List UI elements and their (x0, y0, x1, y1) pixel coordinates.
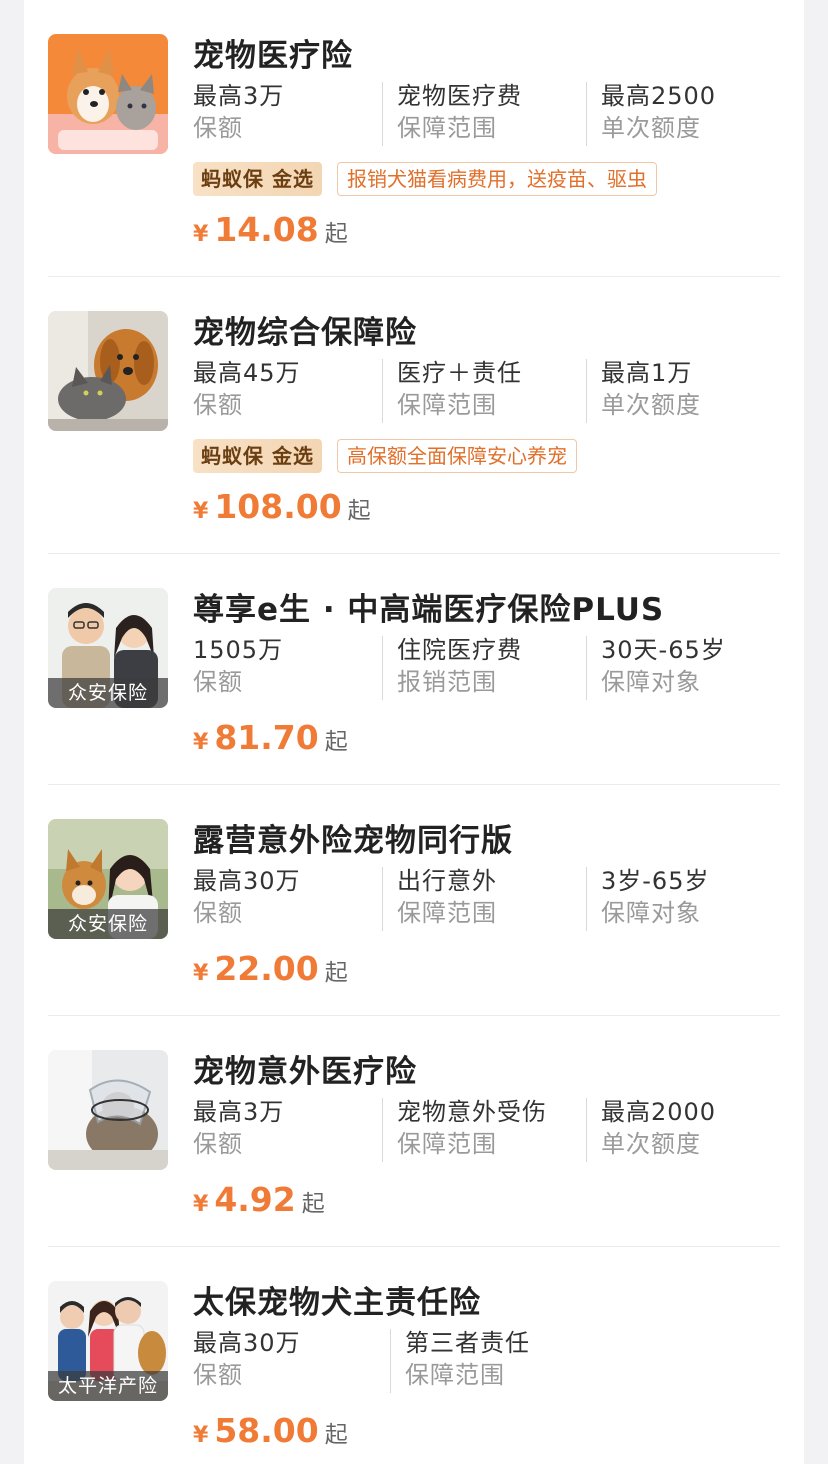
stat-target: 3岁-65岁 保障对象 (601, 867, 710, 927)
product-price: ¥4.92 起 (193, 1180, 325, 1219)
stat-scope: 宠物意外受伤 保障范围 (397, 1098, 547, 1158)
stat-scope: 宠物医疗费 保障范围 (397, 82, 522, 142)
divider (48, 276, 780, 277)
price-suffix: 起 (324, 1422, 348, 1448)
product-stats: 最高3万 保额 宠物医疗费 保障范围 最高2500 单次额度 (193, 80, 783, 146)
currency-symbol: ¥ (193, 499, 209, 524)
product-stats: 最高45万 保额 医疗＋责任 保障范围 最高1万 单次额度 (193, 357, 783, 423)
stat-divider (382, 82, 383, 146)
product-stats: 最高30万 保额 第三者责任 保障范围 (193, 1327, 783, 1393)
stat-divider (382, 1098, 383, 1162)
stat-limit: 最高2500 单次额度 (601, 82, 717, 142)
price-value: 81.70 (214, 718, 319, 757)
product-card[interactable]: 宠物综合保障险 最高45万 保额 医疗＋责任 保障范围 最高1万 单次额度 蚂蚁… (48, 311, 780, 527)
product-list: 宠物医疗险 最高3万 保额 宠物医疗费 保障范围 最高2500 单次额度 蚂蚁保… (24, 0, 804, 1464)
stat-coverage: 最高45万 保额 (193, 359, 301, 419)
stat-divider (382, 359, 383, 423)
stat-scope: 住院医疗费 报销范围 (397, 636, 522, 696)
divider (48, 1246, 780, 1247)
stat-scope: 出行意外 保障范围 (397, 867, 497, 927)
product-card[interactable]: 众安保险 尊享e生 · 中高端医疗保险PLUS 1505万 保额 住院医疗费 报… (48, 588, 780, 758)
price-value: 14.08 (214, 210, 319, 249)
desc-tag: 高保额全面保障安心养宠 (337, 439, 577, 473)
cat-cone-vet-image[interactable] (48, 1050, 168, 1170)
product-title: 太保宠物犬主责任险 (193, 1285, 481, 1321)
insurer-badge: 众安保险 (48, 678, 168, 708)
currency-symbol: ¥ (193, 1423, 209, 1448)
stat-coverage: 最高30万 保额 (193, 867, 301, 927)
couple-image[interactable]: 众安保险 (48, 588, 168, 708)
stat-target: 30天-65岁 保障对象 (601, 636, 726, 696)
golden-retriever-cat-image[interactable] (48, 311, 168, 431)
brand-tag: 蚂蚁保 金选 (193, 439, 322, 473)
currency-symbol: ¥ (193, 222, 209, 247)
product-price: ¥81.70 起 (193, 718, 348, 757)
price-suffix: 起 (301, 1191, 325, 1217)
price-value: 22.00 (214, 949, 319, 988)
stat-divider (586, 82, 587, 146)
product-price: ¥22.00 起 (193, 949, 348, 988)
price-suffix: 起 (324, 221, 348, 247)
insurer-badge: 众安保险 (48, 909, 168, 939)
stat-coverage: 最高30万 保额 (193, 1329, 301, 1389)
product-stats: 最高3万 保额 宠物意外受伤 保障范围 最高2000 单次额度 (193, 1096, 783, 1162)
brand-tag: 蚂蚁保 金选 (193, 162, 322, 196)
divider (48, 1015, 780, 1016)
price-value: 4.92 (214, 1180, 296, 1219)
price-suffix: 起 (347, 498, 371, 524)
stat-scope: 医疗＋责任 保障范围 (397, 359, 522, 419)
divider (48, 553, 780, 554)
pet-dog-cat-image[interactable] (48, 34, 168, 154)
stat-limit: 最高2000 单次额度 (601, 1098, 717, 1158)
stat-scope: 第三者责任 保障范围 (405, 1329, 530, 1389)
stat-divider (586, 636, 587, 700)
product-card[interactable]: 宠物医疗险 最高3万 保额 宠物医疗费 保障范围 最高2500 单次额度 蚂蚁保… (48, 34, 780, 250)
woman-shiba-image[interactable]: 众安保险 (48, 819, 168, 939)
product-title: 宠物综合保障险 (193, 315, 417, 351)
stat-coverage: 1505万 保额 (193, 636, 284, 696)
desc-tag: 报销犬猫看病费用，送疫苗、驱虫 (337, 162, 657, 196)
product-price: ¥14.08 起 (193, 210, 348, 249)
product-title: 露营意外险宠物同行版 (193, 823, 513, 859)
product-title: 宠物医疗险 (193, 38, 353, 74)
product-stats: 1505万 保额 住院医疗费 报销范围 30天-65岁 保障对象 (193, 634, 783, 700)
family-dog-image[interactable]: 太平洋产险 (48, 1281, 168, 1401)
product-card[interactable]: 众安保险 露营意外险宠物同行版 最高30万 保额 出行意外 保障范围 3岁-65… (48, 819, 780, 989)
stat-coverage: 最高3万 保额 (193, 82, 285, 142)
price-value: 58.00 (214, 1411, 319, 1450)
insurer-badge: 太平洋产险 (48, 1371, 168, 1401)
product-title: 尊享e生 · 中高端医疗保险PLUS (193, 592, 665, 628)
stat-divider (586, 1098, 587, 1162)
product-price: ¥58.00 起 (193, 1411, 348, 1450)
product-card[interactable]: 宠物意外医疗险 最高3万 保额 宠物意外受伤 保障范围 最高2000 单次额度 … (48, 1050, 780, 1220)
product-stats: 最高30万 保额 出行意外 保障范围 3岁-65岁 保障对象 (193, 865, 783, 931)
currency-symbol: ¥ (193, 961, 209, 986)
stat-divider (382, 636, 383, 700)
stat-divider (586, 867, 587, 931)
product-price: ¥108.00 起 (193, 487, 371, 526)
stat-divider (390, 1329, 391, 1393)
price-suffix: 起 (324, 960, 348, 986)
stat-divider (382, 867, 383, 931)
currency-symbol: ¥ (193, 1192, 209, 1217)
divider (48, 784, 780, 785)
stat-divider (586, 359, 587, 423)
stat-limit: 最高1万 单次额度 (601, 359, 701, 419)
product-card[interactable]: 太平洋产险 太保宠物犬主责任险 最高30万 保额 第三者责任 保障范围 ¥58.… (48, 1281, 780, 1451)
price-suffix: 起 (324, 729, 348, 755)
product-title: 宠物意外医疗险 (193, 1054, 417, 1090)
stat-coverage: 最高3万 保额 (193, 1098, 285, 1158)
price-value: 108.00 (214, 487, 342, 526)
currency-symbol: ¥ (193, 730, 209, 755)
